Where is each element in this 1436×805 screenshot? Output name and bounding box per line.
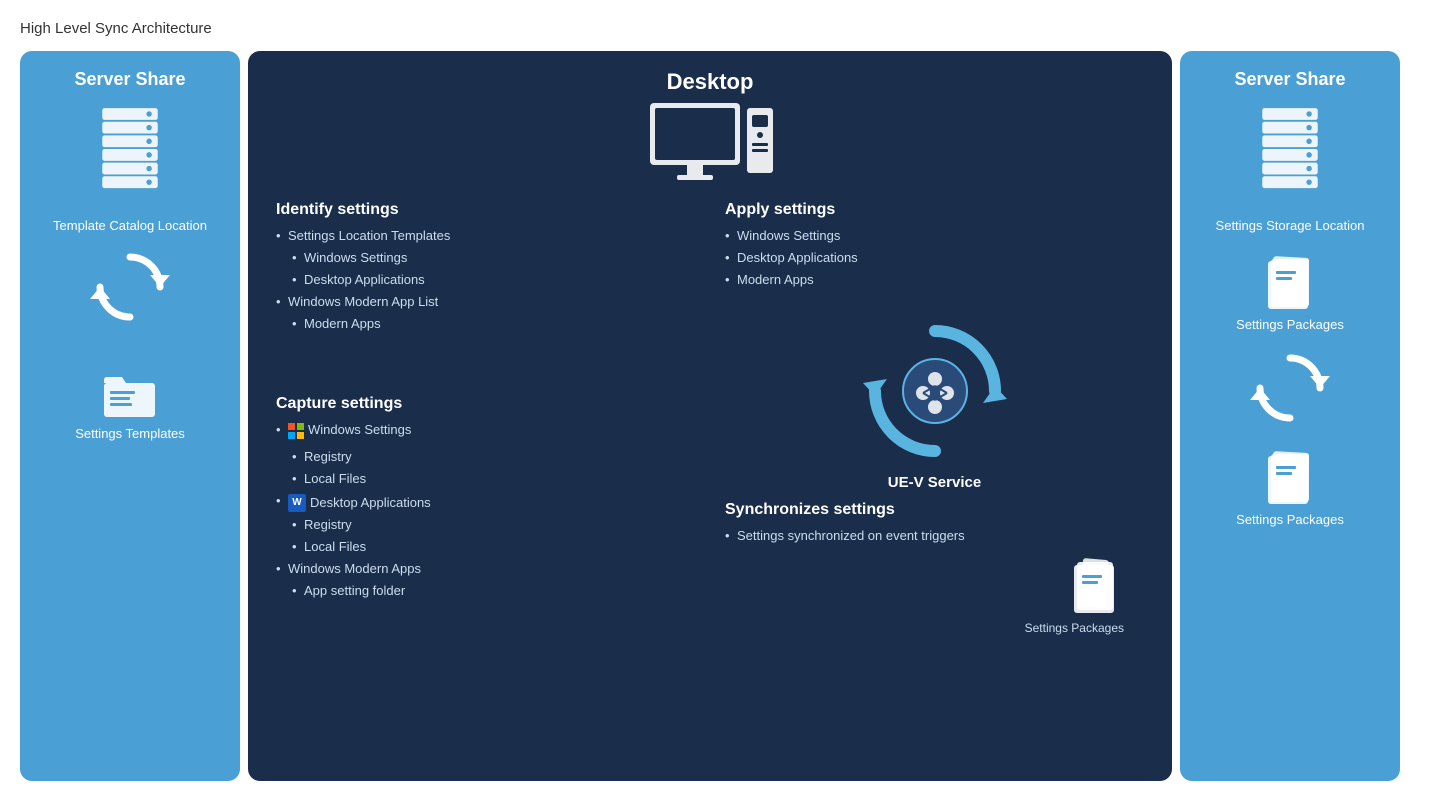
settings-columns: Identify settings Settings Location Temp…	[276, 201, 1144, 763]
settings-templates-icon	[102, 367, 157, 422]
left-sync-icon	[90, 247, 170, 327]
right-pkg-label: Settings Packages	[1236, 317, 1344, 332]
right-server-title: Server Share	[1234, 69, 1345, 90]
capture-desktop-apps: W Desktop Applications	[276, 490, 695, 514]
storage-label: Settings Storage Location	[1216, 218, 1365, 233]
capture-item-6: Local Files	[276, 536, 695, 558]
right-server-icon	[1245, 104, 1335, 204]
right-pkg-bottom-label: Settings Packages	[1236, 512, 1344, 527]
page-title: High Level Sync Architecture	[20, 20, 1416, 37]
right-pkg-bottom-icon	[1263, 448, 1318, 508]
windows-logo-icon	[288, 423, 304, 439]
capture-list: Windows Settings Registry Local Files W …	[276, 419, 695, 602]
identify-item-4: Windows Modern App List	[276, 291, 695, 313]
word-logo-icon: W	[288, 494, 306, 512]
sync-item-1: Settings synchronized on event triggers	[725, 525, 1144, 547]
apply-item-1: Windows Settings	[725, 225, 1144, 247]
right-sync-icon	[1250, 348, 1330, 428]
catalog-label: Template Catalog Location	[53, 218, 207, 233]
uev-service-graphic	[855, 311, 1015, 466]
capture-item-8: App setting folder	[276, 580, 695, 602]
apply-item-2: Desktop Applications	[725, 247, 1144, 269]
apply-list: Windows Settings Desktop Applications Mo…	[725, 225, 1144, 291]
pkg-inside-label: Settings Packages	[1025, 621, 1124, 635]
capture-title: Capture settings	[276, 395, 695, 413]
left-server-icon	[85, 104, 175, 204]
identify-item-1: Settings Location Templates	[276, 225, 695, 247]
right-server-share: Server Share Settings Storage Location	[1180, 51, 1400, 781]
identify-title: Identify settings	[276, 201, 695, 219]
apply-title: Apply settings	[725, 201, 1144, 219]
capture-modern-apps: Windows Modern Apps	[276, 558, 695, 580]
left-server-share: Server Share Template Catalog Location	[20, 51, 240, 781]
capture-win-settings: Windows Settings	[276, 419, 695, 445]
identify-list: Settings Location Templates Windows Sett…	[276, 225, 695, 335]
templates-label: Settings Templates	[75, 426, 185, 441]
apply-item-3: Modern Apps	[725, 269, 1144, 291]
uev-center: UE-V Service	[725, 311, 1144, 491]
identify-item-2: Windows Settings	[276, 247, 695, 269]
desktop-icon-area	[276, 103, 1144, 193]
desktop-title: Desktop	[276, 69, 1144, 95]
right-pkg-bottom-wrap: Settings Packages	[1236, 448, 1344, 527]
sync-title: Synchronizes settings	[725, 501, 1144, 519]
desktop-panel: Desktop Identify settings	[248, 51, 1172, 781]
capture-item-2: Registry	[276, 446, 695, 468]
diagram-container: Server Share Template Catalog Location	[20, 51, 1400, 781]
desktop-computer-icon	[645, 103, 775, 193]
sync-list: Settings synchronized on event triggers	[725, 525, 1144, 547]
right-pkg-icon	[1263, 253, 1318, 313]
left-server-title: Server Share	[74, 69, 185, 90]
capture-item-5: Registry	[276, 514, 695, 536]
right-col: Apply settings Windows Settings Desktop …	[705, 201, 1144, 763]
capture-item-3: Local Files	[276, 468, 695, 490]
identify-item-5: Modern Apps	[276, 313, 695, 335]
settings-templates-wrap: Settings Templates	[75, 367, 185, 441]
pkg-inside-right: Settings Packages	[725, 557, 1144, 635]
settings-pkg-wrap: Settings Packages	[1236, 253, 1344, 332]
identify-item-3: Desktop Applications	[276, 269, 695, 291]
uev-label: UE-V Service	[888, 474, 981, 491]
settings-pkg-icon-inside	[1069, 557, 1124, 617]
left-col: Identify settings Settings Location Temp…	[276, 201, 705, 763]
